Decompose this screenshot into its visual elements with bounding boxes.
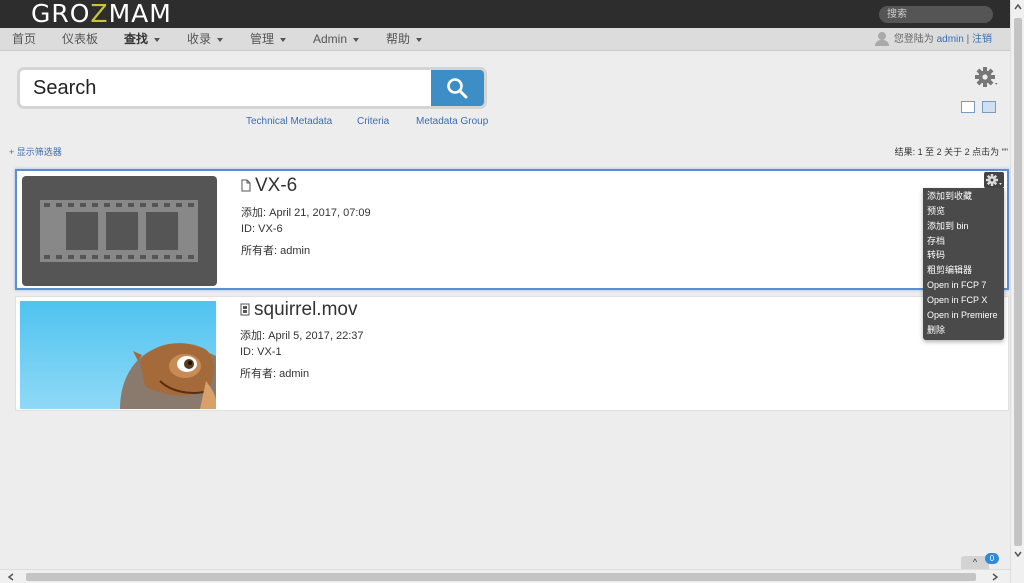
gear-icon bbox=[986, 174, 1002, 186]
scroll-right-icon[interactable] bbox=[992, 573, 998, 581]
search-box bbox=[17, 67, 487, 109]
search-icon bbox=[447, 78, 468, 99]
chevron-down-icon bbox=[353, 37, 360, 42]
result-added: 添加: April 21, 2017, 07:09 bbox=[241, 207, 371, 219]
horizontal-scroll-thumb[interactable] bbox=[26, 573, 976, 581]
film-strip-icon bbox=[40, 200, 198, 262]
user-icon bbox=[874, 32, 890, 47]
nav-help[interactable]: 帮助 bbox=[386, 28, 423, 51]
results-count: 结果: 1 至 2 关于 2 点击为 "" bbox=[894, 147, 1008, 157]
menu-delete[interactable]: 删除 bbox=[923, 323, 1004, 338]
username-link[interactable]: admin bbox=[937, 34, 964, 45]
result-id: ID: VX-1 bbox=[240, 346, 282, 358]
nav-find[interactable]: 查找 bbox=[124, 28, 161, 51]
scroll-left-icon[interactable] bbox=[8, 573, 14, 581]
document-icon bbox=[241, 179, 251, 192]
notification-badge: 0 bbox=[985, 553, 999, 564]
chevron-down-icon bbox=[154, 37, 161, 42]
menu-rough-cut-editor[interactable]: 粗剪编辑器 bbox=[923, 263, 1004, 278]
result-item[interactable]: VX-6 添加: April 21, 2017, 07:09 ID: VX-6 … bbox=[15, 169, 1009, 290]
menu-open-fcp7[interactable]: Open in FCP 7 bbox=[923, 278, 1004, 293]
search-button[interactable] bbox=[431, 70, 484, 106]
technical-metadata-link[interactable]: Technical Metadata bbox=[246, 116, 332, 127]
nav-manage[interactable]: 管理 bbox=[250, 28, 287, 51]
global-search-input[interactable] bbox=[879, 6, 993, 23]
result-title-link[interactable]: VX-6 bbox=[241, 175, 297, 197]
result-thumbnail[interactable] bbox=[22, 176, 217, 286]
list-view-icon[interactable] bbox=[982, 101, 996, 113]
item-actions-button[interactable] bbox=[984, 172, 1004, 188]
menu-open-fcpx[interactable]: Open in FCP X bbox=[923, 293, 1004, 308]
grid-view-icon[interactable] bbox=[961, 101, 975, 113]
result-title-link[interactable]: squirrel.mov bbox=[240, 299, 357, 321]
result-owner: 所有者: admin bbox=[240, 368, 310, 380]
settings-gear-icon[interactable] bbox=[974, 66, 1000, 90]
vertical-scrollbar[interactable] bbox=[1010, 0, 1024, 583]
menu-archive[interactable]: 存档 bbox=[923, 234, 1004, 249]
item-context-menu: 添加到收藏 预览 添加到 bin 存档 转码 粗剪编辑器 Open in FCP… bbox=[923, 188, 1004, 341]
chevron-down-icon bbox=[217, 37, 224, 42]
search-input[interactable] bbox=[20, 70, 432, 106]
vertical-scroll-thumb[interactable] bbox=[1014, 18, 1022, 546]
main-nav: 首页 仪表板 查找 收录 管理 Admin 帮助 您登陆为 admin | 注销 bbox=[0, 28, 1010, 51]
app-logo[interactable]: GROZMAM bbox=[31, 0, 172, 28]
chevron-down-icon bbox=[416, 37, 423, 42]
menu-preview[interactable]: 预览 bbox=[923, 204, 1004, 219]
horizontal-scrollbar[interactable] bbox=[0, 569, 1010, 583]
result-item[interactable]: squirrel.mov 添加: April 5, 2017, 22:37 ID… bbox=[15, 296, 1009, 411]
result-added: 添加: April 5, 2017, 22:37 bbox=[240, 330, 364, 342]
metadata-group-link[interactable]: Metadata Group bbox=[416, 116, 488, 127]
result-owner: 所有者: admin bbox=[241, 245, 311, 257]
logout-link[interactable]: 注销 bbox=[972, 34, 992, 45]
user-area: 您登陆为 admin | 注销 bbox=[874, 28, 992, 51]
scroll-down-icon[interactable] bbox=[1014, 551, 1022, 557]
result-thumbnail[interactable] bbox=[20, 301, 216, 409]
film-icon bbox=[240, 303, 250, 316]
result-id: ID: VX-6 bbox=[241, 223, 283, 235]
squirrel-image bbox=[20, 301, 216, 409]
menu-add-to-bin[interactable]: 添加到 bin bbox=[923, 219, 1004, 234]
menu-open-premiere[interactable]: Open in Premiere bbox=[923, 308, 1004, 323]
top-bar: GROZMAM bbox=[0, 0, 1010, 28]
scroll-up-icon[interactable] bbox=[1014, 4, 1022, 10]
nav-home[interactable]: 首页 bbox=[12, 28, 36, 51]
nav-ingest[interactable]: 收录 bbox=[187, 28, 224, 51]
menu-add-to-favorites[interactable]: 添加到收藏 bbox=[923, 189, 1004, 204]
show-filters-link[interactable]: + 显示筛选器 bbox=[9, 145, 62, 158]
chevron-down-icon bbox=[280, 37, 287, 42]
nav-dashboard[interactable]: 仪表板 bbox=[62, 28, 98, 51]
nav-admin[interactable]: Admin bbox=[313, 28, 360, 51]
menu-transcode[interactable]: 转码 bbox=[923, 248, 1004, 263]
criteria-link[interactable]: Criteria bbox=[357, 116, 389, 127]
